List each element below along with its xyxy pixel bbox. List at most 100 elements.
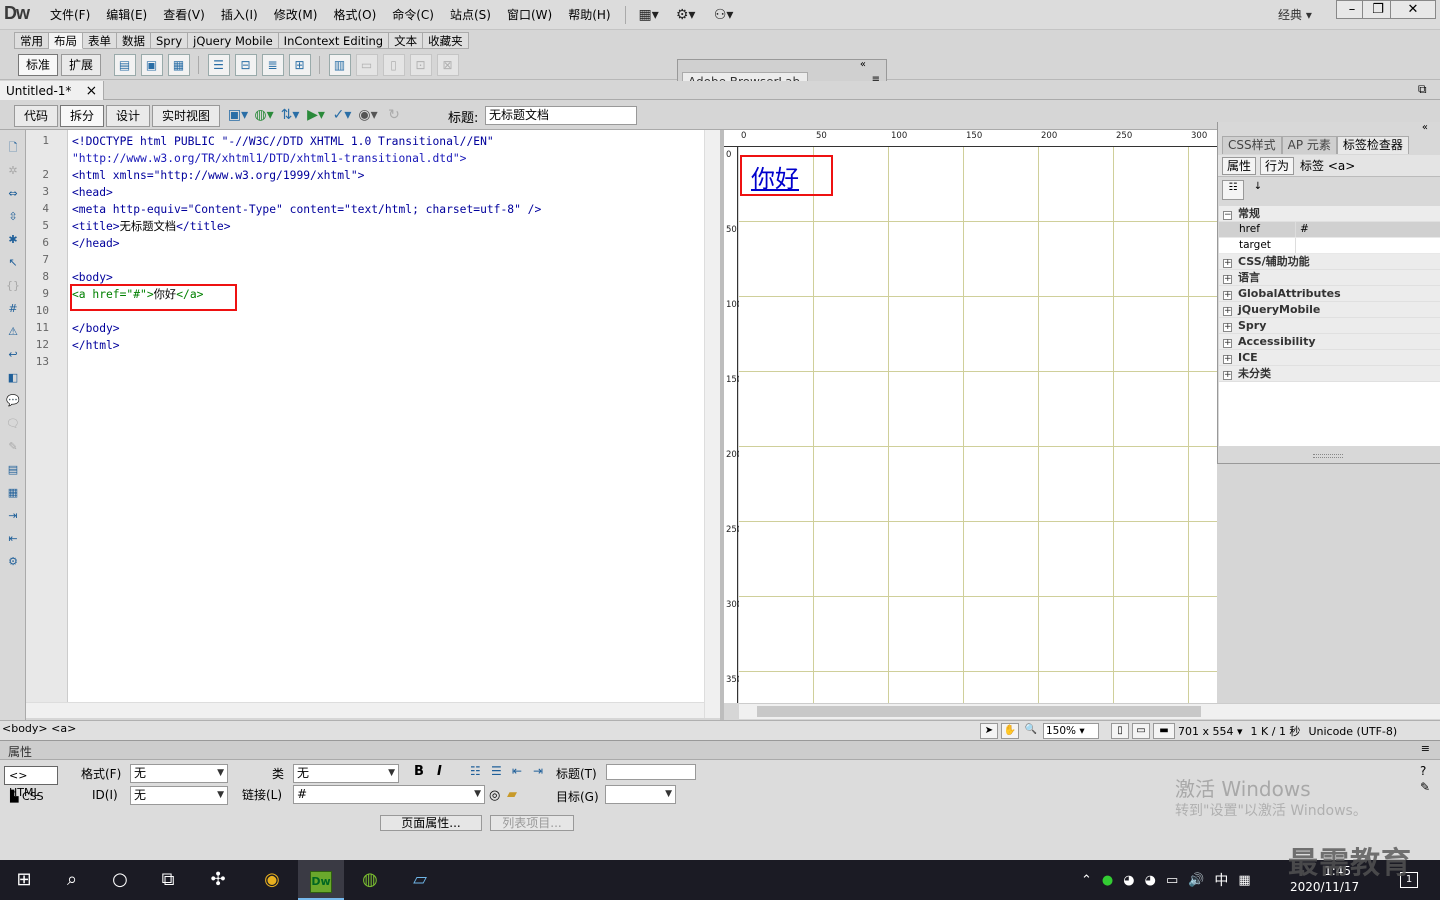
category-accessibility[interactable]: + Accessibility <box>1219 334 1440 350</box>
sort-az-icon[interactable]: ↓ <box>1247 180 1269 200</box>
desktop-size-icon[interactable]: ▬ <box>1153 723 1175 739</box>
spry-collapsible-icon[interactable]: ⊞ <box>288 54 311 76</box>
outdent-icon[interactable]: ⇤ <box>512 764 522 778</box>
tab-common[interactable]: 常用 <box>14 32 49 49</box>
attribute-row-href[interactable]: href # <box>1219 222 1440 238</box>
qq-icon[interactable]: ◕ <box>1123 873 1134 888</box>
scroll-thumb[interactable] <box>757 706 1201 717</box>
spry-menu-icon[interactable]: ☰ <box>207 54 230 76</box>
category-uncategorized[interactable]: + 未分类 <box>1219 366 1440 382</box>
volume-icon[interactable]: 🔊 <box>1188 873 1204 888</box>
behaviors-button[interactable]: 行为 <box>1260 156 1295 175</box>
menu-window[interactable]: 窗口(W) <box>499 0 560 30</box>
tab-spry[interactable]: Spry <box>151 32 189 49</box>
word-wrap-icon[interactable]: ↩ <box>3 345 23 365</box>
point-to-file-icon[interactable]: ◎ <box>489 788 500 803</box>
windows-start-icon[interactable]: ⊞ <box>0 860 48 900</box>
wrap-tag-icon[interactable]: ✎ <box>3 437 23 457</box>
mobile-size-icon[interactable]: ▯ <box>1111 723 1129 739</box>
collapse-icon[interactable]: « <box>860 59 866 70</box>
category-jquery-mobile[interactable]: + jQueryMobile <box>1219 302 1440 318</box>
category-ice[interactable]: + ICE <box>1219 350 1440 366</box>
melon-app-icon[interactable]: ◍ <box>346 860 394 900</box>
resize-grip[interactable] <box>1313 454 1343 458</box>
qq-icon[interactable]: ◕ <box>1145 873 1156 888</box>
collapse-selection-icon[interactable]: ⇳ <box>3 207 23 227</box>
hello-link[interactable]: 你好 <box>751 159 799 194</box>
menu-file[interactable]: 文件(F) <box>42 0 98 30</box>
check-compat-icon[interactable]: ✓▾ <box>329 104 355 126</box>
expand-icon[interactable]: + <box>1223 291 1232 300</box>
expand-icon[interactable]: + <box>1223 259 1232 268</box>
network-icon[interactable]: ▭ <box>1166 873 1178 888</box>
tab-tag-inspector[interactable]: 标签检查器 <box>1336 136 1409 154</box>
file-management-icon[interactable]: ⇅▾ <box>277 104 303 126</box>
spry-accordion-icon[interactable]: ≣ <box>261 54 284 76</box>
select-tool-icon[interactable]: ➤ <box>980 723 998 739</box>
live-code-icon[interactable]: ▶▾ <box>303 104 329 126</box>
highlight-invalid-icon[interactable]: ⚠ <box>3 322 23 342</box>
indent-icon[interactable]: ⇥ <box>533 764 543 778</box>
layout-icon[interactable]: ▦▾ <box>632 0 666 30</box>
expand-icon[interactable]: + <box>1223 275 1232 284</box>
page-properties-button[interactable]: 页面属性... <box>380 815 482 831</box>
multiscreen-icon[interactable]: ▣▾ <box>225 104 251 126</box>
tablet-size-icon[interactable]: ▭ <box>1132 723 1150 739</box>
chevron-up-icon[interactable]: ⌃ <box>1081 873 1092 888</box>
tab-forms[interactable]: 表单 <box>83 32 117 49</box>
ime-grid-icon[interactable]: ▦ <box>1238 873 1250 888</box>
tab-text[interactable]: 文本 <box>389 32 424 49</box>
spry-tab-icon[interactable]: ⊟ <box>234 54 257 76</box>
expanded-mode-button[interactable]: 扩展 <box>61 54 102 76</box>
category-global-attributes[interactable]: + GlobalAttributes <box>1219 286 1440 302</box>
remove-comment-icon[interactable]: 🗨 <box>3 414 23 434</box>
extend-icon[interactable]: ⚙▾ <box>666 0 706 30</box>
collapse-icon[interactable]: − <box>1223 211 1232 220</box>
menu-view[interactable]: 查看(V) <box>155 0 213 30</box>
code-view-button[interactable]: 代码 <box>14 105 59 127</box>
format-select[interactable]: 无 ▼ <box>130 764 228 783</box>
category-general[interactable]: − 常规 <box>1219 206 1440 222</box>
id-select[interactable]: 无 ▼ <box>130 786 228 805</box>
apply-comment-icon[interactable]: 💬 <box>3 391 23 411</box>
window-size[interactable]: 701 x 554 ▾ <box>1178 725 1243 738</box>
attribute-row-target[interactable]: target <box>1219 238 1440 254</box>
ime-indicator[interactable]: 中 <box>1214 870 1228 890</box>
open-documents-icon[interactable]: 🗋 <box>3 138 23 158</box>
category-language[interactable]: + 语言 <box>1219 270 1440 286</box>
table-icon[interactable]: ▦ <box>167 54 190 76</box>
code-editor[interactable]: <!DOCTYPE html PUBLIC "-//W3C//DTD XHTML… <box>68 130 704 702</box>
attribute-value[interactable]: # <box>1296 222 1309 237</box>
dreamweaver-icon[interactable]: Dw <box>298 860 344 900</box>
class-select[interactable]: 无 ▼ <box>293 764 399 783</box>
quick-tag-editor-icon[interactable]: ✎ <box>1420 780 1430 794</box>
select-parent-tag-icon[interactable]: ↖ <box>3 253 23 273</box>
apdiv-icon[interactable]: ▣ <box>140 54 163 76</box>
live-view-button[interactable]: 实时视图 <box>152 105 221 127</box>
outdent-icon[interactable]: ⇤ <box>3 529 23 549</box>
menu-insert[interactable]: 插入(I) <box>213 0 266 30</box>
menu-commands[interactable]: 命令(C) <box>384 0 442 30</box>
tab-ap-elements[interactable]: AP 元素 <box>1281 136 1337 154</box>
notepad-icon[interactable]: ▱ <box>396 860 444 900</box>
expand-icon[interactable]: + <box>1223 371 1232 380</box>
expand-icon[interactable]: + <box>1223 307 1232 316</box>
hand-tool-icon[interactable]: ✋ <box>1001 723 1019 739</box>
target-select[interactable]: ▼ <box>605 785 676 804</box>
standard-mode-button[interactable]: 标准 <box>18 54 59 76</box>
zoom-select[interactable]: 150% ▾ <box>1043 723 1099 739</box>
site-icon[interactable]: ⚇▾ <box>706 0 742 30</box>
task-view-icon[interactable]: ⧉ <box>144 860 192 900</box>
wechat-icon[interactable]: ● <box>1102 873 1113 888</box>
menu-modify[interactable]: 修改(M) <box>266 0 326 30</box>
visual-aids-icon[interactable]: ◉▾ <box>355 104 381 126</box>
close-tab-icon[interactable]: × <box>85 82 97 100</box>
expand-icon[interactable]: + <box>1223 339 1232 348</box>
css-mode-button[interactable]: ▙ CSS <box>10 790 44 803</box>
design-horizontal-scrollbar[interactable] <box>739 703 1440 719</box>
format-source-icon[interactable]: ⚙ <box>3 552 23 572</box>
menu-format[interactable]: 格式(O) <box>325 0 384 30</box>
show-code-navigator-icon[interactable]: ✲ <box>3 161 23 181</box>
search-icon[interactable]: ⌕ <box>48 860 96 900</box>
italic-button[interactable]: I <box>437 764 442 779</box>
